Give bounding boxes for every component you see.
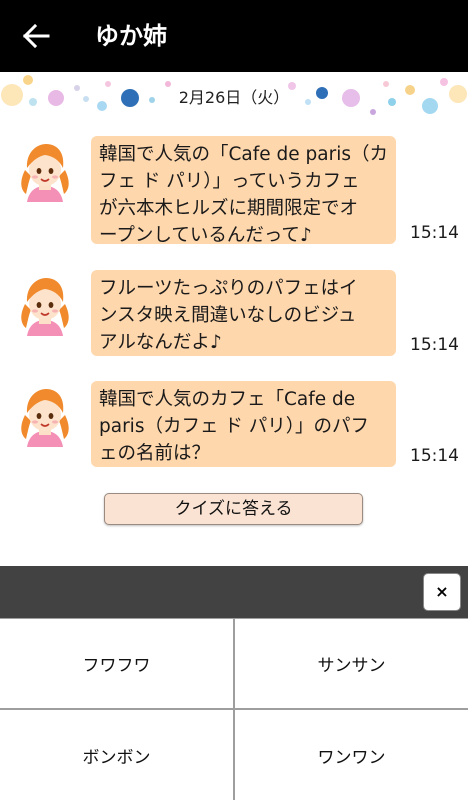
message-line: アルなんだよ♪ — [99, 332, 222, 353]
answer-quiz-button[interactable]: クイズに答える — [104, 493, 363, 525]
message-line: paris（カフェ ド パリ）」のパフ — [99, 416, 369, 437]
message-bubble: 韓国で人気の「Cafe de paris（カ フェ ド パリ）」っていうカフェ … — [91, 136, 396, 246]
message-line: 韓国で人気の「Cafe de paris（カ — [99, 144, 389, 165]
message-time: 15:14 — [410, 335, 459, 355]
message-line: 韓国で人気のカフェ「Cafe de — [99, 389, 356, 410]
answer-grid: フワフワ サンサン ボンボン ワンワン — [0, 618, 468, 800]
message-bubble: 韓国で人気のカフェ「Cafe de paris（カフェ ド パリ）」のパフ ェの… — [91, 381, 396, 467]
chat-message: 韓国で人気の「Cafe de paris（カ フェ ド パリ）」っていうカフェ … — [0, 136, 468, 246]
answer-option[interactable]: ワンワン — [235, 710, 468, 800]
message-line: ンスタ映え間違いなしのビジュ — [99, 305, 357, 326]
date-band: 2月26日（火） — [0, 72, 468, 124]
avatar — [21, 144, 69, 202]
message-line: フェ ド パリ）」っていうカフェ — [99, 171, 360, 192]
answer-option[interactable]: サンサン — [235, 619, 468, 708]
message-line: ェの名前は？ — [99, 443, 211, 464]
date-label: 2月26日（火） — [178, 88, 290, 107]
avatar — [21, 389, 69, 447]
chat-message: フルーツたっぷりのパフェはイ ンスタ映え間違いなしのビジュ アルなんだよ♪ 15… — [0, 270, 468, 356]
message-time: 15:14 — [410, 446, 459, 466]
app-header: ゆか姉 — [0, 0, 468, 72]
page-title: ゆか姉 — [95, 22, 167, 50]
close-button[interactable]: × — [423, 573, 461, 611]
arrow-left-icon — [22, 23, 50, 49]
avatar — [21, 278, 69, 336]
chat-message: 韓国で人気のカフェ「Cafe de paris（カフェ ド パリ）」のパフ ェの… — [0, 381, 468, 467]
message-line: フルーツたっぷりのパフェはイ — [99, 278, 358, 299]
message-bubble: フルーツたっぷりのパフェはイ ンスタ映え間違いなしのビジュ アルなんだよ♪ — [91, 270, 396, 356]
message-time: 15:14 — [410, 223, 459, 243]
answer-option[interactable]: ボンボン — [0, 710, 233, 800]
close-icon: × — [435, 582, 449, 601]
message-line: が六本木ヒルズに期間限定でオ — [99, 198, 359, 219]
back-button[interactable] — [18, 20, 54, 52]
message-line: ープンしているんだって♪ — [99, 225, 312, 246]
answer-panel-bar — [0, 566, 468, 618]
answer-option[interactable]: フワフワ — [0, 619, 233, 708]
